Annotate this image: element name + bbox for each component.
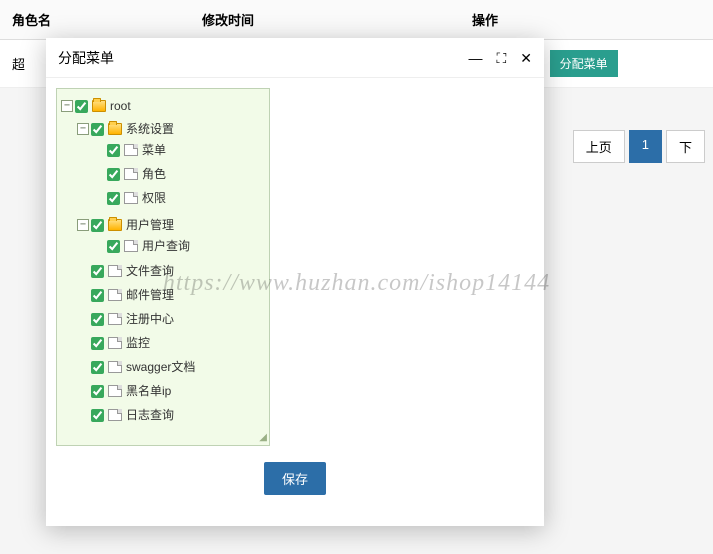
- checkbox-sys[interactable]: [91, 123, 104, 136]
- page-next[interactable]: 下: [666, 130, 705, 163]
- spacer-icon: [77, 337, 89, 349]
- header-role: 角色名: [0, 0, 190, 39]
- header-action: 操作: [460, 0, 713, 39]
- dialog-titlebar[interactable]: 分配菜单 — ⛶ ✕: [46, 38, 544, 78]
- tree-node-perm[interactable]: 权限: [142, 188, 166, 208]
- file-icon: [124, 168, 138, 180]
- checkbox-file-query[interactable]: [91, 265, 104, 278]
- file-icon: [124, 240, 138, 252]
- tree-node-reg-center[interactable]: 注册中心: [126, 309, 174, 329]
- page-1[interactable]: 1: [629, 130, 662, 163]
- checkbox-mail-mgmt[interactable]: [91, 289, 104, 302]
- tree-node-monitor[interactable]: 监控: [126, 333, 150, 353]
- tree-node-user-query[interactable]: 用户查询: [142, 236, 190, 256]
- assign-menu-button[interactable]: 分配菜单: [550, 50, 618, 77]
- dialog-title: 分配菜单: [58, 48, 468, 68]
- spacer-icon: [77, 289, 89, 301]
- file-icon: [108, 409, 122, 421]
- tree-node-mail-mgmt[interactable]: 邮件管理: [126, 285, 174, 305]
- folder-icon: [92, 100, 106, 112]
- folder-icon: [108, 219, 122, 231]
- folder-icon: [108, 123, 122, 135]
- file-icon: [108, 265, 122, 277]
- resize-handle-icon[interactable]: ◢: [259, 432, 267, 443]
- spacer-icon: [93, 144, 105, 156]
- tree-node-file-query[interactable]: 文件查询: [126, 261, 174, 281]
- spacer-icon: [77, 409, 89, 421]
- checkbox-reg-center[interactable]: [91, 313, 104, 326]
- tree-node-menu[interactable]: 菜单: [142, 140, 166, 160]
- tree-node-user-mgmt[interactable]: 用户管理: [126, 215, 174, 235]
- file-icon: [108, 385, 122, 397]
- checkbox-role[interactable]: [107, 168, 120, 181]
- checkbox-monitor[interactable]: [91, 337, 104, 350]
- tree-node-swagger[interactable]: swagger文档: [126, 357, 195, 377]
- spacer-icon: [93, 168, 105, 180]
- spacer-icon: [77, 265, 89, 277]
- checkbox-root[interactable]: [75, 100, 88, 113]
- checkbox-user-query[interactable]: [107, 240, 120, 253]
- tree-node-blacklist[interactable]: 黑名单ip: [126, 381, 171, 401]
- assign-menu-dialog: 分配菜单 — ⛶ ✕ − root: [46, 38, 544, 526]
- spacer-icon: [93, 240, 105, 252]
- page-prev[interactable]: 上页: [573, 130, 625, 163]
- checkbox-perm[interactable]: [107, 192, 120, 205]
- collapse-icon[interactable]: −: [77, 123, 89, 135]
- tree-node-log-query[interactable]: 日志查询: [126, 405, 174, 425]
- checkbox-log-query[interactable]: [91, 409, 104, 422]
- checkbox-swagger[interactable]: [91, 361, 104, 374]
- spacer-icon: [77, 385, 89, 397]
- file-icon: [108, 289, 122, 301]
- checkbox-blacklist[interactable]: [91, 385, 104, 398]
- file-icon: [108, 313, 122, 325]
- tree-node-sys[interactable]: 系统设置: [126, 119, 174, 139]
- file-icon: [124, 144, 138, 156]
- spacer-icon: [93, 192, 105, 204]
- tree-node-root[interactable]: root: [110, 96, 131, 116]
- file-icon: [108, 337, 122, 349]
- close-icon[interactable]: ✕: [520, 51, 532, 65]
- file-icon: [124, 192, 138, 204]
- collapse-icon[interactable]: −: [61, 100, 73, 112]
- menu-tree: − root − 系统设置: [56, 88, 270, 446]
- minimize-icon[interactable]: —: [468, 51, 482, 65]
- spacer-icon: [77, 313, 89, 325]
- spacer-icon: [77, 361, 89, 373]
- checkbox-user-mgmt[interactable]: [91, 219, 104, 232]
- file-icon: [108, 361, 122, 373]
- tree-node-role[interactable]: 角色: [142, 164, 166, 184]
- save-button[interactable]: 保存: [264, 462, 326, 495]
- collapse-icon[interactable]: −: [77, 219, 89, 231]
- maximize-icon[interactable]: ⛶: [496, 51, 506, 65]
- checkbox-menu[interactable]: [107, 144, 120, 157]
- pagination: 上页 1 下: [573, 130, 705, 163]
- header-modified: 修改时间: [190, 0, 460, 39]
- table-header: 角色名 修改时间 操作: [0, 0, 713, 40]
